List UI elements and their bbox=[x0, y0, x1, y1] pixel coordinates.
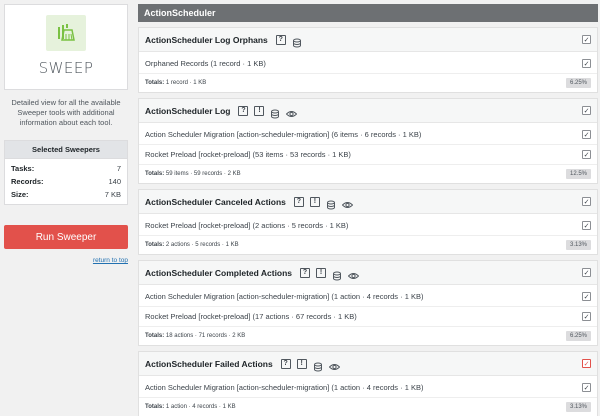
warning-icon[interactable]: ! bbox=[296, 358, 307, 369]
stat-label: Size: bbox=[11, 190, 29, 199]
stat-row-size: Size: 7 KB bbox=[5, 188, 127, 201]
warning-icon[interactable]: ! bbox=[254, 105, 265, 116]
help-icon[interactable]: ? bbox=[280, 358, 291, 369]
item-checkbox[interactable]: ✓ bbox=[582, 130, 591, 139]
card-title: ActionScheduler Completed Actions bbox=[145, 267, 293, 278]
item-label: Orphaned Records (1 record · 1 KB) bbox=[145, 59, 266, 68]
totals-value: 59 items · 59 records · 2 KB bbox=[165, 171, 241, 177]
item-checkbox[interactable]: ✓ bbox=[582, 312, 591, 321]
item-checkbox[interactable]: ✓ bbox=[582, 383, 591, 392]
item-checkbox[interactable]: ✓ bbox=[582, 292, 591, 301]
broom-icon bbox=[46, 15, 86, 51]
warning-icon[interactable]: ! bbox=[316, 267, 327, 278]
card-header: ActionScheduler Canceled Actions ? ! ✓ bbox=[139, 190, 597, 214]
card-totals: Totals: 1 record · 1 KB 6.25% bbox=[139, 74, 597, 92]
totals-value: 1 action · 4 records · 1 KB bbox=[165, 404, 236, 410]
help-icon[interactable]: ? bbox=[238, 105, 249, 116]
card-header: ActionScheduler Failed Actions ? ! ✓ bbox=[139, 352, 597, 376]
card-header: ActionScheduler Completed Actions ? ! ✓ bbox=[139, 261, 597, 285]
stat-value: 7 bbox=[116, 164, 121, 173]
card-checkbox[interactable]: ✓ bbox=[582, 106, 591, 115]
item-label: Rocket Preload [rocket-preload] (17 acti… bbox=[145, 312, 357, 321]
sweeper-card-failed-actions: ActionScheduler Failed Actions ? ! ✓ Act… bbox=[138, 351, 598, 416]
totals-value: 18 actions · 71 records · 2 KB bbox=[165, 333, 246, 339]
selected-sweepers-panel: Selected Sweepers Tasks: 7 Records: 140 … bbox=[4, 140, 128, 205]
totals-label: Totals: bbox=[145, 171, 165, 177]
card-checkbox[interactable]: ✓ bbox=[582, 359, 591, 368]
sweeper-card-completed-actions: ActionScheduler Completed Actions ? ! ✓ … bbox=[138, 260, 598, 346]
list-item: Rocket Preload [rocket-preload] (53 item… bbox=[139, 145, 597, 165]
totals-label: Totals: bbox=[145, 80, 165, 86]
eye-icon[interactable] bbox=[286, 106, 298, 117]
item-checkbox[interactable]: ✓ bbox=[582, 59, 591, 68]
sweeper-card-log: ActionScheduler Log ? ! ✓ Action Schedul… bbox=[138, 98, 598, 184]
card-header: ActionScheduler Log Orphans ? ✓ bbox=[139, 28, 597, 52]
card-checkbox[interactable]: ✓ bbox=[582, 197, 591, 206]
card-header: ActionScheduler Log ? ! ✓ bbox=[139, 99, 597, 123]
card-title: ActionScheduler Log Orphans bbox=[145, 34, 268, 45]
percent-badge: 3.13% bbox=[565, 240, 591, 250]
totals-label: Totals: bbox=[145, 333, 165, 339]
sidebar: SWEEP Detailed view for all the availabl… bbox=[4, 4, 128, 264]
list-item: Rocket Preload [rocket-preload] (17 acti… bbox=[139, 307, 597, 327]
totals-label: Totals: bbox=[145, 242, 165, 248]
card-title: ActionScheduler Log bbox=[145, 105, 231, 116]
card-totals: Totals: 18 actions · 71 records · 2 KB 6… bbox=[139, 327, 597, 345]
help-icon[interactable]: ? bbox=[300, 267, 311, 278]
return-to-top-link[interactable]: return to top bbox=[4, 257, 128, 264]
eye-icon[interactable] bbox=[328, 359, 340, 370]
selected-sweepers-title: Selected Sweepers bbox=[5, 141, 127, 159]
stat-value: 7 KB bbox=[104, 190, 121, 199]
list-item: Rocket Preload [rocket-preload] (2 actio… bbox=[139, 216, 597, 236]
percent-badge: 6.25% bbox=[565, 78, 591, 88]
card-checkbox[interactable]: ✓ bbox=[582, 268, 591, 277]
list-item: Action Scheduler Migration [action-sched… bbox=[139, 287, 597, 307]
database-icon[interactable] bbox=[292, 35, 302, 47]
stat-label: Records: bbox=[11, 177, 44, 186]
sweeper-card-canceled-actions: ActionScheduler Canceled Actions ? ! ✓ R… bbox=[138, 189, 598, 255]
sweeper-card-log-orphans: ActionScheduler Log Orphans ? ✓ Orphaned… bbox=[138, 27, 598, 93]
stat-value: 140 bbox=[108, 177, 121, 186]
card-totals: Totals: 1 action · 4 records · 1 KB 3.13… bbox=[139, 398, 597, 416]
item-label: Action Scheduler Migration [action-sched… bbox=[145, 383, 424, 392]
warning-icon[interactable]: ! bbox=[309, 196, 320, 207]
stat-row-tasks: Tasks: 7 bbox=[5, 162, 127, 175]
item-label: Action Scheduler Migration [action-sched… bbox=[145, 292, 424, 301]
card-title: ActionScheduler Canceled Actions bbox=[145, 196, 286, 207]
database-icon[interactable] bbox=[313, 359, 323, 371]
card-checkbox[interactable]: ✓ bbox=[582, 35, 591, 44]
totals-value: 1 record · 1 KB bbox=[165, 80, 207, 86]
card-title: ActionScheduler Failed Actions bbox=[145, 358, 273, 369]
help-icon[interactable]: ? bbox=[293, 196, 304, 207]
sweep-logo-box: SWEEP bbox=[4, 4, 128, 90]
card-totals: Totals: 2 actions · 5 records · 1 KB 3.1… bbox=[139, 236, 597, 254]
item-checkbox[interactable]: ✓ bbox=[582, 150, 591, 159]
database-icon[interactable] bbox=[270, 106, 280, 118]
item-label: Rocket Preload [rocket-preload] (2 actio… bbox=[145, 221, 349, 230]
totals-label: Totals: bbox=[145, 404, 165, 410]
percent-badge: 3.13% bbox=[565, 402, 591, 412]
sidebar-description: Detailed view for all the available Swee… bbox=[11, 98, 121, 127]
list-item: Orphaned Records (1 record · 1 KB) ✓ bbox=[139, 54, 597, 74]
card-totals: Totals: 59 items · 59 records · 2 KB 12.… bbox=[139, 165, 597, 183]
eye-icon[interactable] bbox=[347, 268, 360, 279]
totals-value: 2 actions · 5 records · 1 KB bbox=[165, 242, 239, 248]
stat-label: Tasks: bbox=[11, 164, 35, 173]
main-panel: ActionScheduler ActionScheduler Log Orph… bbox=[138, 4, 598, 416]
logo-text: SWEEP bbox=[38, 59, 94, 77]
database-icon[interactable] bbox=[326, 197, 336, 209]
percent-badge: 6.25% bbox=[565, 331, 591, 341]
item-label: Action Scheduler Migration [action-sched… bbox=[145, 130, 422, 139]
section-title: ActionScheduler bbox=[138, 4, 598, 22]
percent-badge: 12.5% bbox=[565, 169, 591, 179]
stat-row-records: Records: 140 bbox=[5, 175, 127, 188]
eye-icon[interactable] bbox=[341, 197, 354, 208]
database-icon[interactable] bbox=[332, 268, 342, 280]
list-item: Action Scheduler Migration [action-sched… bbox=[139, 125, 597, 145]
list-item: Action Scheduler Migration [action-sched… bbox=[139, 378, 597, 398]
help-icon[interactable]: ? bbox=[275, 34, 286, 45]
item-checkbox[interactable]: ✓ bbox=[582, 221, 591, 230]
run-sweeper-button[interactable]: Run Sweeper bbox=[4, 225, 128, 249]
item-label: Rocket Preload [rocket-preload] (53 item… bbox=[145, 150, 351, 159]
